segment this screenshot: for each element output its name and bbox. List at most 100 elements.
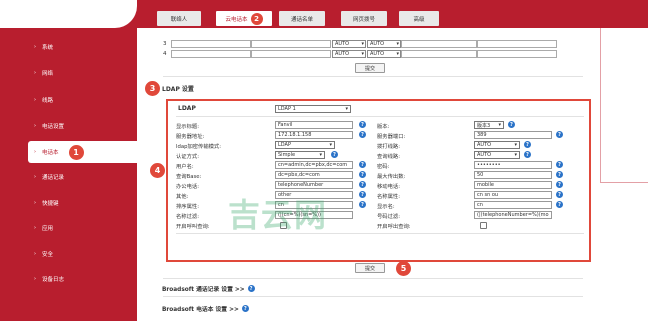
max-hits-input[interactable]: 50 (474, 171, 552, 179)
tab-advanced[interactable]: 高级 (399, 11, 439, 26)
sidebar-item-shortcuts[interactable]: › 快捷键 (0, 192, 137, 214)
help-icon[interactable]: ? (556, 131, 563, 138)
number-field[interactable] (251, 39, 331, 48)
sidebar-item-label: 线路 (42, 98, 54, 104)
display-title-input[interactable]: Fanvil (275, 121, 353, 129)
office-phone-input[interactable]: telephoneNumber (275, 181, 353, 189)
line-select[interactable]: AUTO ▾ (332, 39, 366, 48)
number-field[interactable] (251, 49, 331, 58)
sidebar-item-label: 电话设置 (42, 124, 65, 130)
sidebar-item-call-log[interactable]: › 通话记录 (0, 166, 137, 188)
help-icon[interactable]: ? (359, 171, 366, 178)
name-field[interactable] (171, 49, 251, 58)
help-icon[interactable]: ? (556, 181, 563, 188)
name-attribute-input[interactable]: cn sn ou (474, 191, 552, 199)
sidebar-item-phonebook[interactable]: › 电话本 1 (28, 141, 137, 163)
sidebar-item-label: 网络 (42, 71, 54, 77)
row-index: 3 (163, 40, 167, 47)
help-icon[interactable]: ? (359, 191, 366, 198)
link-label: Broadsoft 电话本 设置 >> (162, 307, 239, 313)
sidebar-item-apps[interactable]: › 应用 (0, 217, 137, 239)
help-icon[interactable]: ? (359, 181, 366, 188)
field-label: 用户名: (176, 164, 194, 170)
step-badge: 2 (250, 12, 263, 25)
display-name-input[interactable]: cn (474, 201, 552, 209)
help-icon[interactable]: ? (359, 161, 366, 168)
search-base-input[interactable]: dc=pbx,dc=com (275, 171, 353, 179)
help-icon[interactable]: ? (359, 131, 366, 138)
select-value: AUTO (477, 152, 492, 158)
select-value: AUTO (370, 50, 385, 57)
tab-call-list[interactable]: 通话名单 (279, 11, 325, 26)
tab-label: 联络人 (170, 16, 188, 23)
field-label: 最大传出数: (377, 174, 406, 180)
help-icon[interactable]: ? (508, 121, 515, 128)
sidebar-item-network[interactable]: › 网络 (0, 62, 137, 84)
line-select[interactable]: AUTO ▾ (367, 49, 401, 58)
table-row: 4 AUTO ▾ AUTO ▾ (163, 49, 557, 58)
chevron-down-icon: ▾ (498, 122, 501, 128)
sidebar-item-system[interactable]: › 系统 (0, 36, 137, 58)
tab-label: 网页拨号 (352, 16, 375, 23)
sidebar-item-label: 通话记录 (42, 175, 65, 181)
text-field[interactable] (477, 49, 557, 58)
broadsoft-call-log-link[interactable]: Broadsoft 通话记录 设置 >> ? (162, 284, 255, 293)
number-filter-input[interactable]: (|(telephoneNumber=%)(mo (474, 211, 552, 219)
outgoing-lookup-checkbox[interactable] (480, 222, 487, 229)
help-icon[interactable]: ? (247, 285, 255, 292)
chevron-right-icon: › (34, 225, 36, 231)
help-icon[interactable]: ? (241, 305, 249, 312)
submit-button[interactable]: 提交 (355, 63, 385, 73)
tab-web-dial[interactable]: 网页拨号 (341, 11, 387, 26)
ldap-submit-button[interactable]: 提交 (355, 263, 385, 273)
chevron-right-icon: › (34, 149, 36, 155)
sidebar-item-security[interactable]: › 安全 (0, 243, 137, 265)
line-select[interactable]: AUTO ▾ (332, 49, 366, 58)
name-field[interactable] (171, 39, 251, 48)
divider (176, 116, 584, 117)
chevron-down-icon: ▾ (319, 152, 322, 158)
tab-label: 通话名单 (290, 16, 313, 23)
broadsoft-phonebook-link[interactable]: Broadsoft 电话本 设置 >> ? (162, 304, 249, 313)
tab-cloud-phonebook[interactable]: 云电话本 2 (216, 11, 272, 26)
help-icon[interactable]: ? (524, 141, 531, 148)
help-icon[interactable]: ? (524, 151, 531, 158)
field-label: 其他: (176, 194, 189, 200)
encryption-mode-select[interactable]: LDAP ▾ (275, 141, 335, 149)
chevron-right-icon: › (34, 70, 36, 76)
help-icon[interactable]: ? (331, 151, 338, 158)
sidebar-item-line[interactable]: › 线路 (0, 89, 137, 111)
text-field[interactable] (401, 39, 477, 48)
mobile-phone-input[interactable]: mobile (474, 181, 552, 189)
field-label: 名称属性: (377, 194, 400, 200)
sidebar-item-phone-settings[interactable]: › 电话设置 (0, 115, 137, 137)
tab-contacts[interactable]: 联络人 (157, 11, 201, 26)
sidebar-item-device-log[interactable]: › 设备日志 (0, 268, 137, 290)
server-port-input[interactable]: 389 (474, 131, 552, 139)
help-icon[interactable]: ? (556, 161, 563, 168)
text-field[interactable] (401, 49, 477, 58)
username-input[interactable]: cn=admin,dc=pbx,dc=com (275, 161, 353, 169)
help-icon[interactable]: ? (556, 191, 563, 198)
field-label: 开启呼出查询: (377, 224, 411, 230)
auth-method-select[interactable]: Simple ▾ (275, 151, 325, 159)
help-icon[interactable]: ? (359, 121, 366, 128)
query-line-select[interactable]: AUTO ▾ (474, 151, 520, 159)
help-icon[interactable]: ? (556, 201, 563, 208)
chevron-right-icon: › (34, 97, 36, 103)
text-field[interactable] (477, 39, 557, 48)
select-value: AUTO (477, 142, 492, 148)
version-select[interactable]: 版本3 ▾ (474, 121, 504, 129)
ldap-profile-select[interactable]: LDAP 1 ▾ (275, 105, 351, 113)
field-label: 拨打线路: (377, 144, 400, 150)
sidebar-item-label: 安全 (42, 252, 54, 258)
chevron-down-icon: ▾ (514, 152, 517, 158)
field-label: 认证方式: (176, 154, 199, 160)
help-icon[interactable]: ? (359, 201, 366, 208)
line-select[interactable]: AUTO ▾ (367, 39, 401, 48)
help-icon[interactable]: ? (556, 171, 563, 178)
password-input[interactable]: •••••••• (474, 161, 552, 169)
server-address-input[interactable]: 172.18.1.158 (275, 131, 353, 139)
field-label: 密码: (377, 164, 390, 170)
dial-line-select[interactable]: AUTO ▾ (474, 141, 520, 149)
